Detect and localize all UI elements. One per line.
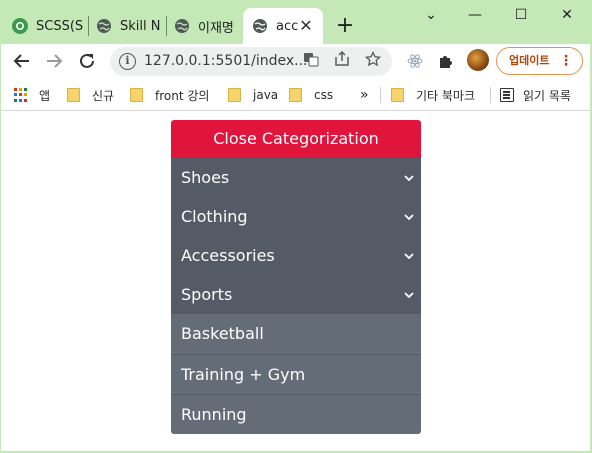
tab-accordion-active[interactable]: acc ✕ [243,8,323,44]
tab-skill[interactable]: Skill No [96,8,160,44]
globe-icon [252,18,268,34]
globe-icon [96,18,112,34]
extensions-puzzle-icon[interactable] [434,49,458,73]
chevron-down-icon [403,158,415,197]
close-categorization-button[interactable]: Close Categorization [171,120,421,158]
bookmark-folder-new[interactable]: 신규 [67,86,114,104]
tab-divider [166,16,167,36]
tab-news[interactable]: 이재명 [174,8,238,44]
category-accessories[interactable]: Accessories [171,236,421,275]
translate-icon[interactable] [301,51,321,71]
bookmark-label: 읽기 목록 [523,88,571,103]
folder-icon [130,88,143,102]
tab-strip: SCSS(S Skill No 이재명 acc ✕ + ⌄ — ☐ ✕ [0,0,592,44]
globe-icon [174,18,190,34]
react-devtools-icon[interactable] [403,49,427,73]
chevron-down-icon [403,236,415,275]
folder-icon [391,88,404,102]
folder-icon [289,88,302,102]
category-label: Sports [181,285,233,304]
bookmark-label: 기타 북마크 [416,88,476,103]
tab-title: Skill No [120,18,160,34]
address-bar[interactable]: i 127.0.0.1:5501/index.... [110,47,392,76]
apps-grid-icon [14,88,28,102]
close-window-button[interactable]: ✕ [552,4,582,26]
sub-item-running[interactable]: Running [171,394,421,434]
category-shoes[interactable]: Shoes [171,158,421,197]
bookmark-label: 신규 [92,88,115,103]
category-sports[interactable]: Sports [171,275,421,314]
bookmarks-bar: 앱 신규 front 강의 java css » 기타 북마크 읽기 목록 [0,78,592,111]
reload-icon[interactable] [75,49,99,73]
bookmark-star-icon[interactable] [363,50,383,71]
chevron-down-icon [403,275,415,314]
close-tab-icon[interactable]: ✕ [297,17,315,35]
bookmark-folder-css[interactable]: css [289,86,333,104]
reading-list-button[interactable]: 읽기 목록 [500,86,571,104]
bookmarks-overflow-button[interactable]: » [360,86,369,104]
sports-submenu: Basketball Training + Gym Running [171,314,421,434]
folder-icon [228,88,241,102]
tab-title: 이재명 [198,20,234,36]
bookmark-folder-front[interactable]: front 강의 [130,86,209,104]
bookmark-label: front 강의 [155,88,210,103]
site-info-icon[interactable]: i [119,53,136,70]
sub-item-basketball[interactable]: Basketball [171,314,421,354]
reading-list-icon [500,88,514,102]
bookmark-apps[interactable]: 앱 [14,86,50,104]
tab-title: SCSS(S [36,18,84,34]
window-border-left [0,0,1,453]
sub-item-training-gym[interactable]: Training + Gym [171,354,421,394]
url-text: 127.0.0.1:5501/index.... [144,53,312,69]
minimize-button[interactable]: — [460,4,490,26]
bookmark-label: java [253,88,279,102]
tab-title: acc [276,18,299,34]
scss-favicon-icon [12,18,28,34]
bookmark-label: css [314,88,334,102]
category-label: Clothing [181,207,248,226]
share-icon[interactable] [332,50,352,71]
profile-avatar[interactable] [467,49,489,71]
more-menu-icon: ⋮ [559,53,573,69]
bookmarks-divider [490,87,491,103]
category-label: Accessories [181,246,275,265]
new-tab-button[interactable]: + [333,14,357,38]
maximize-button[interactable]: ☐ [506,4,536,26]
bookmark-other-folder[interactable]: 기타 북마크 [391,86,475,104]
bookmark-label: 앱 [39,88,51,103]
bookmark-folder-java[interactable]: java [228,86,278,104]
forward-arrow-icon[interactable] [42,49,66,73]
back-arrow-icon[interactable] [10,49,34,73]
category-clothing[interactable]: Clothing [171,197,421,236]
browser-toolbar: i 127.0.0.1:5501/index.... 업데이트 ⋮ [0,44,592,78]
category-label: Shoes [181,168,230,187]
tab-search-icon[interactable]: ⌄ [416,4,446,26]
tab-scss[interactable]: SCSS(S [12,8,88,44]
chevron-down-icon [403,197,415,236]
update-button[interactable]: 업데이트 ⋮ [496,47,583,75]
folder-icon [67,88,80,102]
bookmarks-divider [380,87,381,103]
category-accordion: Close Categorization Shoes Clothing Acce… [171,120,421,434]
tab-divider [88,16,89,36]
update-label: 업데이트 [509,54,550,67]
